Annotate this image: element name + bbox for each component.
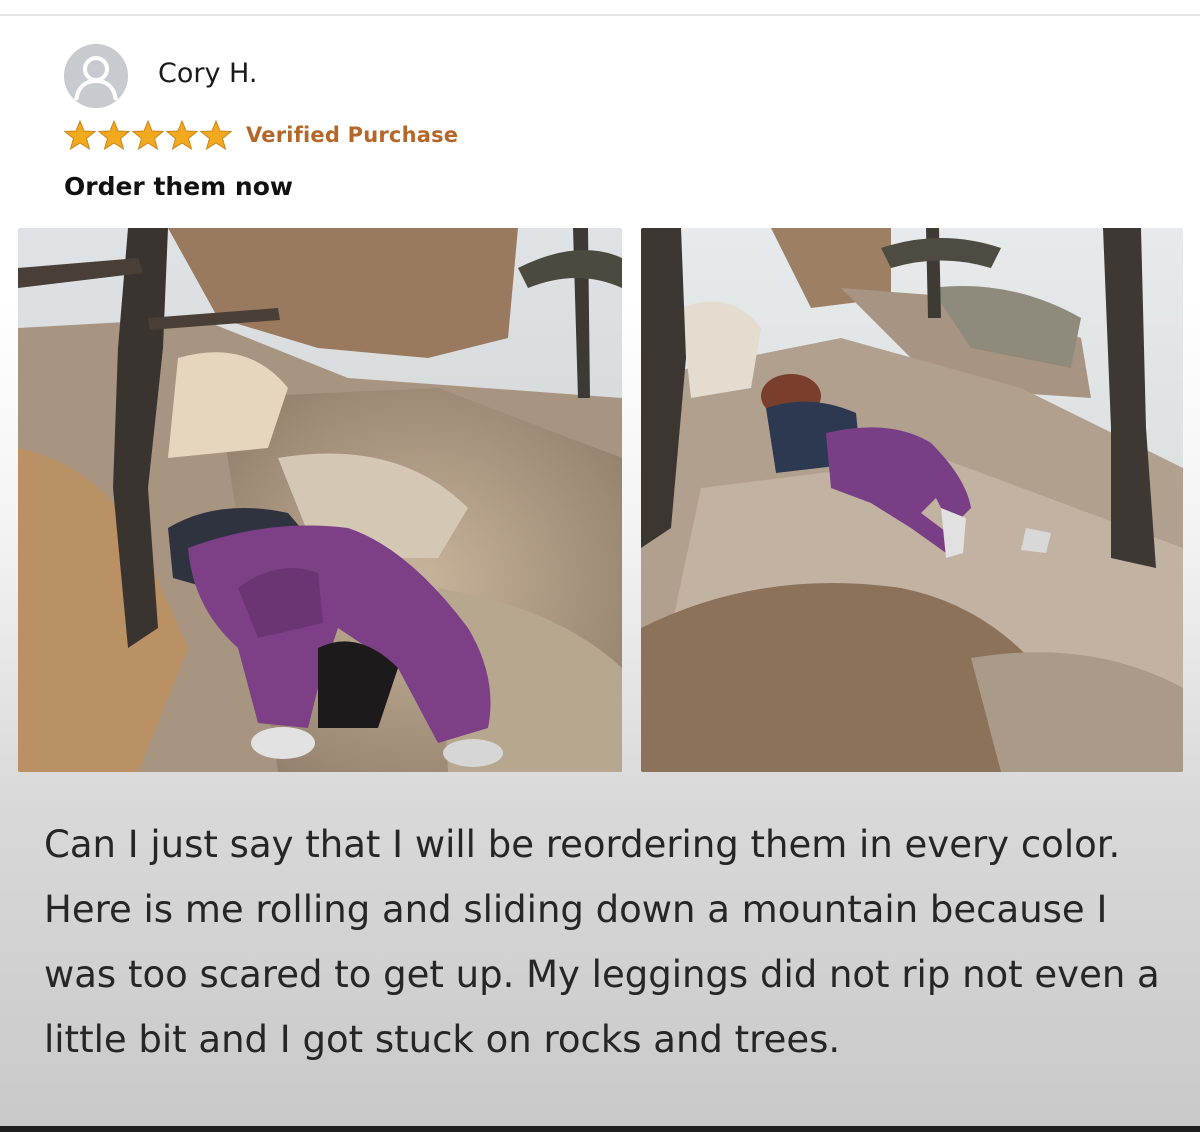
star-icon [200, 120, 232, 150]
review-title[interactable]: Order them now [64, 172, 293, 201]
rating-row: Verified Purchase [64, 120, 458, 150]
verified-purchase-badge[interactable]: Verified Purchase [246, 123, 458, 147]
bottom-edge [0, 1126, 1200, 1132]
top-divider [0, 14, 1200, 16]
review-photo-1[interactable] [18, 228, 622, 772]
star-icon [166, 120, 198, 150]
review-header: Cory H. Verified Purchase Order them now [64, 44, 764, 214]
review-photo-2[interactable] [641, 228, 1183, 772]
star-icon [132, 120, 164, 150]
star-icon [64, 120, 96, 150]
star-icon [98, 120, 130, 150]
user-avatar-icon[interactable] [64, 44, 128, 108]
reviewer-name[interactable]: Cory H. [158, 58, 257, 89]
review-body: Can I just say that I will be reordering… [44, 823, 1160, 1061]
star-rating[interactable] [64, 120, 232, 150]
